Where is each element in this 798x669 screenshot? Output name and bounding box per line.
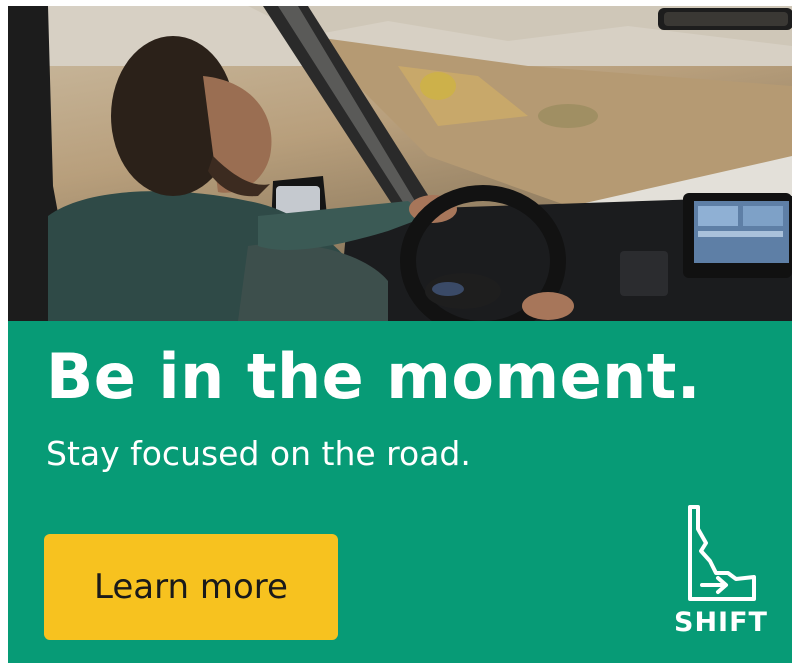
learn-more-button[interactable]: Learn more (44, 534, 338, 640)
shift-banner-ad[interactable]: Be in the moment. Stay focused on the ro… (8, 6, 792, 663)
shift-logo[interactable]: SHIFT (666, 503, 776, 643)
headline: Be in the moment. (46, 340, 701, 413)
brand-name: SHIFT (674, 607, 768, 638)
driver-photo (8, 6, 792, 321)
idaho-state-arrow-icon (688, 505, 756, 601)
subline: Stay focused on the road. (46, 434, 471, 473)
message-panel: Be in the moment. Stay focused on the ro… (8, 321, 792, 663)
